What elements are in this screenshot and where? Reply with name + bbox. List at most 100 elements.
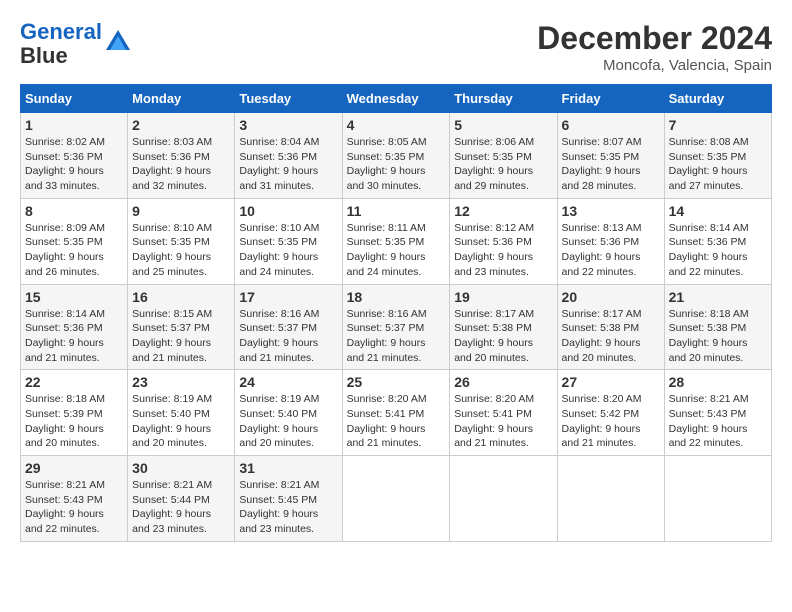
day-number: 17 (239, 289, 337, 305)
day-info: Sunrise: 8:10 AM Sunset: 5:35 PM Dayligh… (132, 221, 230, 280)
day-info: Sunrise: 8:02 AM Sunset: 5:36 PM Dayligh… (25, 135, 123, 194)
day-info: Sunrise: 8:03 AM Sunset: 5:36 PM Dayligh… (132, 135, 230, 194)
day-number: 28 (669, 374, 767, 390)
table-row: 8 Sunrise: 8:09 AM Sunset: 5:35 PM Dayli… (21, 198, 128, 284)
day-info: Sunrise: 8:18 AM Sunset: 5:38 PM Dayligh… (669, 307, 767, 366)
calendar-table: Sunday Monday Tuesday Wednesday Thursday… (20, 84, 772, 542)
table-row: 24 Sunrise: 8:19 AM Sunset: 5:40 PM Dayl… (235, 370, 342, 456)
day-number: 16 (132, 289, 230, 305)
empty-cell (557, 456, 664, 542)
day-info: Sunrise: 8:13 AM Sunset: 5:36 PM Dayligh… (562, 221, 660, 280)
day-info: Sunrise: 8:17 AM Sunset: 5:38 PM Dayligh… (454, 307, 552, 366)
logo: GeneralBlue (20, 20, 132, 68)
table-row: 14 Sunrise: 8:14 AM Sunset: 5:36 PM Dayl… (664, 198, 771, 284)
col-thursday: Thursday (450, 85, 557, 113)
calendar-header-row: Sunday Monday Tuesday Wednesday Thursday… (21, 85, 772, 113)
day-info: Sunrise: 8:11 AM Sunset: 5:35 PM Dayligh… (347, 221, 446, 280)
day-info: Sunrise: 8:16 AM Sunset: 5:37 PM Dayligh… (239, 307, 337, 366)
table-row: 18 Sunrise: 8:16 AM Sunset: 5:37 PM Dayl… (342, 284, 450, 370)
day-number: 29 (25, 460, 123, 476)
table-row: 22 Sunrise: 8:18 AM Sunset: 5:39 PM Dayl… (21, 370, 128, 456)
day-number: 25 (347, 374, 446, 390)
table-row: 30 Sunrise: 8:21 AM Sunset: 5:44 PM Dayl… (128, 456, 235, 542)
day-info: Sunrise: 8:05 AM Sunset: 5:35 PM Dayligh… (347, 135, 446, 194)
empty-cell (342, 456, 450, 542)
day-info: Sunrise: 8:15 AM Sunset: 5:37 PM Dayligh… (132, 307, 230, 366)
day-number: 19 (454, 289, 552, 305)
day-number: 10 (239, 203, 337, 219)
table-row: 23 Sunrise: 8:19 AM Sunset: 5:40 PM Dayl… (128, 370, 235, 456)
table-row: 27 Sunrise: 8:20 AM Sunset: 5:42 PM Dayl… (557, 370, 664, 456)
table-row: 12 Sunrise: 8:12 AM Sunset: 5:36 PM Dayl… (450, 198, 557, 284)
day-info: Sunrise: 8:08 AM Sunset: 5:35 PM Dayligh… (669, 135, 767, 194)
table-row: 3 Sunrise: 8:04 AM Sunset: 5:36 PM Dayli… (235, 113, 342, 199)
table-row: 7 Sunrise: 8:08 AM Sunset: 5:35 PM Dayli… (664, 113, 771, 199)
table-row: 21 Sunrise: 8:18 AM Sunset: 5:38 PM Dayl… (664, 284, 771, 370)
calendar-week-row: 29 Sunrise: 8:21 AM Sunset: 5:43 PM Dayl… (21, 456, 772, 542)
col-saturday: Saturday (664, 85, 771, 113)
table-row: 10 Sunrise: 8:10 AM Sunset: 5:35 PM Dayl… (235, 198, 342, 284)
col-wednesday: Wednesday (342, 85, 450, 113)
day-info: Sunrise: 8:10 AM Sunset: 5:35 PM Dayligh… (239, 221, 337, 280)
table-row: 11 Sunrise: 8:11 AM Sunset: 5:35 PM Dayl… (342, 198, 450, 284)
table-row: 2 Sunrise: 8:03 AM Sunset: 5:36 PM Dayli… (128, 113, 235, 199)
day-info: Sunrise: 8:21 AM Sunset: 5:44 PM Dayligh… (132, 478, 230, 537)
col-sunday: Sunday (21, 85, 128, 113)
day-number: 2 (132, 117, 230, 133)
day-info: Sunrise: 8:19 AM Sunset: 5:40 PM Dayligh… (132, 392, 230, 451)
day-info: Sunrise: 8:17 AM Sunset: 5:38 PM Dayligh… (562, 307, 660, 366)
day-info: Sunrise: 8:09 AM Sunset: 5:35 PM Dayligh… (25, 221, 123, 280)
day-number: 24 (239, 374, 337, 390)
day-number: 1 (25, 117, 123, 133)
table-row: 26 Sunrise: 8:20 AM Sunset: 5:41 PM Dayl… (450, 370, 557, 456)
table-row: 5 Sunrise: 8:06 AM Sunset: 5:35 PM Dayli… (450, 113, 557, 199)
day-number: 15 (25, 289, 123, 305)
day-number: 23 (132, 374, 230, 390)
day-number: 31 (239, 460, 337, 476)
day-info: Sunrise: 8:18 AM Sunset: 5:39 PM Dayligh… (25, 392, 123, 451)
logo-text: GeneralBlue (20, 20, 102, 68)
day-number: 13 (562, 203, 660, 219)
table-row: 15 Sunrise: 8:14 AM Sunset: 5:36 PM Dayl… (21, 284, 128, 370)
table-row: 6 Sunrise: 8:07 AM Sunset: 5:35 PM Dayli… (557, 113, 664, 199)
day-info: Sunrise: 8:20 AM Sunset: 5:42 PM Dayligh… (562, 392, 660, 451)
table-row: 17 Sunrise: 8:16 AM Sunset: 5:37 PM Dayl… (235, 284, 342, 370)
table-row: 4 Sunrise: 8:05 AM Sunset: 5:35 PM Dayli… (342, 113, 450, 199)
day-number: 18 (347, 289, 446, 305)
table-row: 29 Sunrise: 8:21 AM Sunset: 5:43 PM Dayl… (21, 456, 128, 542)
col-tuesday: Tuesday (235, 85, 342, 113)
day-number: 5 (454, 117, 552, 133)
table-row: 31 Sunrise: 8:21 AM Sunset: 5:45 PM Dayl… (235, 456, 342, 542)
day-number: 12 (454, 203, 552, 219)
day-number: 26 (454, 374, 552, 390)
day-info: Sunrise: 8:04 AM Sunset: 5:36 PM Dayligh… (239, 135, 337, 194)
day-info: Sunrise: 8:14 AM Sunset: 5:36 PM Dayligh… (25, 307, 123, 366)
location: Moncofa, Valencia, Spain (537, 57, 772, 74)
day-number: 7 (669, 117, 767, 133)
empty-cell (664, 456, 771, 542)
day-info: Sunrise: 8:21 AM Sunset: 5:43 PM Dayligh… (25, 478, 123, 537)
table-row: 25 Sunrise: 8:20 AM Sunset: 5:41 PM Dayl… (342, 370, 450, 456)
table-row: 13 Sunrise: 8:13 AM Sunset: 5:36 PM Dayl… (557, 198, 664, 284)
col-friday: Friday (557, 85, 664, 113)
table-row: 19 Sunrise: 8:17 AM Sunset: 5:38 PM Dayl… (450, 284, 557, 370)
title-block: December 2024 Moncofa, Valencia, Spain (537, 20, 772, 74)
day-info: Sunrise: 8:07 AM Sunset: 5:35 PM Dayligh… (562, 135, 660, 194)
day-info: Sunrise: 8:16 AM Sunset: 5:37 PM Dayligh… (347, 307, 446, 366)
day-info: Sunrise: 8:21 AM Sunset: 5:45 PM Dayligh… (239, 478, 337, 537)
logo-icon (104, 28, 132, 56)
day-info: Sunrise: 8:12 AM Sunset: 5:36 PM Dayligh… (454, 221, 552, 280)
calendar-week-row: 1 Sunrise: 8:02 AM Sunset: 5:36 PM Dayli… (21, 113, 772, 199)
calendar-week-row: 8 Sunrise: 8:09 AM Sunset: 5:35 PM Dayli… (21, 198, 772, 284)
day-number: 30 (132, 460, 230, 476)
day-number: 27 (562, 374, 660, 390)
day-number: 4 (347, 117, 446, 133)
table-row: 20 Sunrise: 8:17 AM Sunset: 5:38 PM Dayl… (557, 284, 664, 370)
day-info: Sunrise: 8:20 AM Sunset: 5:41 PM Dayligh… (454, 392, 552, 451)
day-info: Sunrise: 8:20 AM Sunset: 5:41 PM Dayligh… (347, 392, 446, 451)
calendar-week-row: 22 Sunrise: 8:18 AM Sunset: 5:39 PM Dayl… (21, 370, 772, 456)
day-number: 11 (347, 203, 446, 219)
day-number: 6 (562, 117, 660, 133)
table-row: 28 Sunrise: 8:21 AM Sunset: 5:43 PM Dayl… (664, 370, 771, 456)
day-number: 3 (239, 117, 337, 133)
